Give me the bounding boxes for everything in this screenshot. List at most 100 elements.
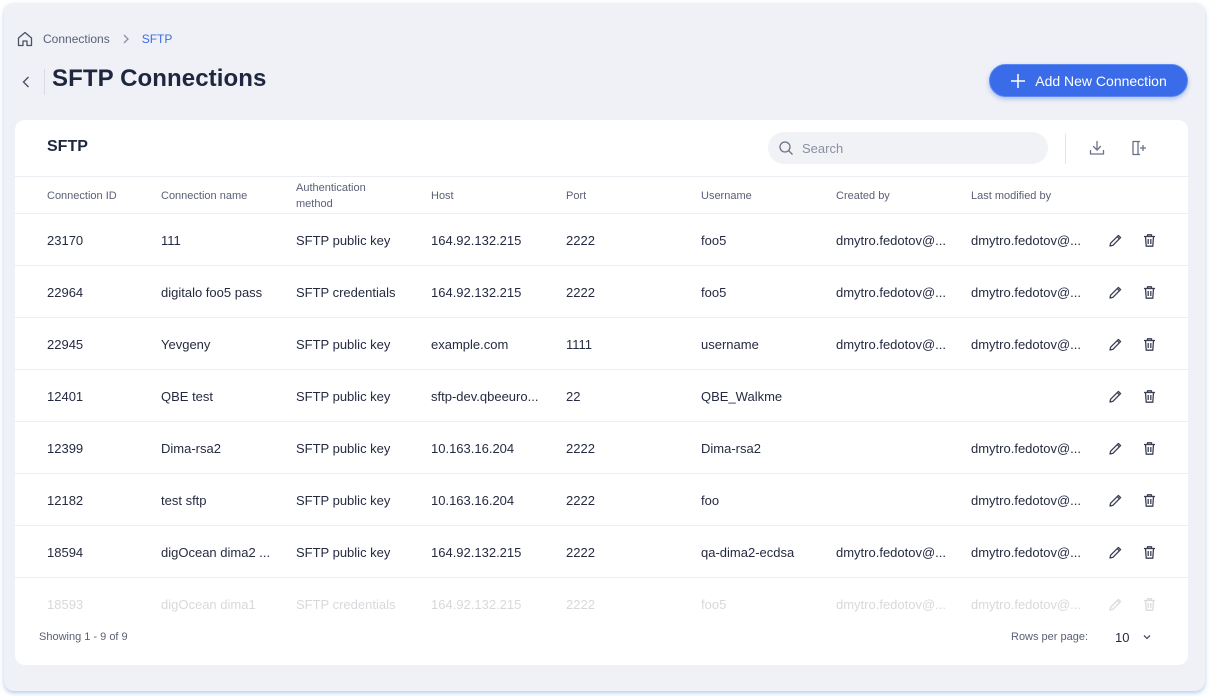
delete-button[interactable] xyxy=(1140,595,1158,613)
column-header-port[interactable]: Port xyxy=(566,177,586,215)
cell-connection-name: 111 xyxy=(161,232,181,248)
edit-button[interactable] xyxy=(1106,335,1124,353)
column-header-connection-id[interactable]: Connection ID xyxy=(47,177,117,215)
edit-button[interactable] xyxy=(1106,595,1124,613)
search-box[interactable] xyxy=(768,132,1048,164)
card-title: SFTP xyxy=(47,138,88,155)
table-row[interactable]: 12399 Dima-rsa2 SFTP public key 10.163.16.2… xyxy=(15,422,1188,474)
cell-username: QBE_Walkme xyxy=(701,388,783,404)
chevron-down-icon xyxy=(1141,631,1153,643)
table-row[interactable]: 23170 111 SFTP public key 164.92.132.215 222… xyxy=(15,214,1188,266)
pencil-icon xyxy=(1108,338,1121,351)
cell-last-modified-by: dmytro.fedotov@... xyxy=(971,492,1082,508)
cell-port: 22 xyxy=(566,388,581,404)
cell-connection-name: Yevgeny xyxy=(161,336,211,352)
add-new-connection-button[interactable]: Add New Connection xyxy=(989,64,1188,97)
cell-connection-id: 22964 xyxy=(47,284,84,300)
add-column-button[interactable] xyxy=(1128,137,1150,159)
breadcrumb-link-connections[interactable]: Connections xyxy=(43,32,110,46)
download-button[interactable] xyxy=(1086,137,1108,159)
column-header-created-by[interactable]: Created by xyxy=(836,177,890,215)
cell-authentication-method: SFTP public key xyxy=(296,440,391,456)
delete-button[interactable] xyxy=(1140,543,1158,561)
cell-username: qa-dima2-ecdsa xyxy=(701,544,795,560)
trash-icon xyxy=(1143,441,1155,455)
column-header-host[interactable]: Host xyxy=(431,177,454,215)
cell-authentication-method: SFTP credentials xyxy=(296,596,396,612)
cell-last-modified-by: dmytro.fedotov@... xyxy=(971,596,1082,612)
cell-host: 10.163.16.204 xyxy=(431,440,515,456)
cell-last-modified-by: dmytro.fedotov@... xyxy=(971,440,1082,456)
cell-created-by: dmytro.fedotov@... xyxy=(836,284,947,300)
trash-icon xyxy=(1143,545,1155,559)
toolbar-divider xyxy=(1065,134,1066,164)
delete-button[interactable] xyxy=(1140,387,1158,405)
column-header-last-modified-by[interactable]: Last modified by xyxy=(971,177,1051,215)
cell-created-by: dmytro.fedotov@... xyxy=(836,596,947,612)
pencil-icon xyxy=(1108,546,1121,559)
cell-host: 10.163.16.204 xyxy=(431,492,515,508)
connections-card: SFTP Connection ID Connection name Authe… xyxy=(15,120,1188,665)
table-row[interactable]: 22945 Yevgeny SFTP public key example.com 11… xyxy=(15,318,1188,370)
cell-username: Dima-rsa2 xyxy=(701,440,761,456)
cell-connection-name: test sftp xyxy=(161,492,207,508)
app-frame: Connections SFTP SFTP Connections Add Ne… xyxy=(4,3,1205,691)
breadcrumb: Connections SFTP xyxy=(16,29,172,49)
trash-icon xyxy=(1143,285,1155,299)
edit-button[interactable] xyxy=(1106,491,1124,509)
column-header-username[interactable]: Username xyxy=(701,177,752,215)
cell-port: 2222 xyxy=(566,440,595,456)
table-row[interactable]: 18594 digOcean dima2 ... SFTP public key 16… xyxy=(15,526,1188,578)
cell-connection-id: 12182 xyxy=(47,492,84,508)
download-icon xyxy=(1089,140,1105,155)
column-header-connection-name[interactable]: Connection name xyxy=(161,177,247,215)
trash-icon xyxy=(1143,597,1155,611)
cell-connection-id: 18594 xyxy=(47,544,84,560)
delete-button[interactable] xyxy=(1140,491,1158,509)
delete-button[interactable] xyxy=(1140,335,1158,353)
table-row[interactable]: 18593 digOcean dima1 SFTP credentials 164.9… xyxy=(15,578,1188,614)
table-row[interactable]: 12401 QBE test SFTP public key sftp-dev.qbe… xyxy=(15,370,1188,422)
cell-connection-id: 22945 xyxy=(47,336,84,352)
cell-username: foo xyxy=(701,492,720,508)
table-row[interactable]: 22964 digitalo foo5 pass SFTP credentials 1… xyxy=(15,266,1188,318)
add-column-icon xyxy=(1132,140,1146,156)
edit-button[interactable] xyxy=(1106,387,1124,405)
edit-button[interactable] xyxy=(1106,439,1124,457)
home-icon[interactable] xyxy=(16,30,34,48)
delete-button[interactable] xyxy=(1140,283,1158,301)
cell-authentication-method: SFTP credentials xyxy=(296,284,396,300)
pencil-icon xyxy=(1108,390,1121,403)
cell-host: 164.92.132.215 xyxy=(431,544,522,560)
rows-per-page-select[interactable]: 10 xyxy=(1115,627,1153,647)
breadcrumb-current: SFTP xyxy=(141,32,173,46)
cell-connection-name: QBE test xyxy=(161,388,214,404)
column-header-authentication-method[interactable]: Authentication method xyxy=(296,177,396,215)
cell-authentication-method: SFTP public key xyxy=(296,388,391,404)
cell-host: 164.92.132.215 xyxy=(431,284,522,300)
cell-port: 1111 xyxy=(566,336,593,352)
cell-connection-name: digOcean dima2 ... xyxy=(161,544,271,560)
edit-button[interactable] xyxy=(1106,231,1124,249)
chevron-right-icon xyxy=(119,32,133,46)
cell-host: example.com xyxy=(431,336,509,352)
trash-icon xyxy=(1143,389,1155,403)
cell-last-modified-by: dmytro.fedotov@... xyxy=(971,544,1082,560)
cell-connection-id: 12401 xyxy=(47,388,84,404)
cell-connection-id: 23170 xyxy=(47,232,84,248)
chevron-left-icon xyxy=(22,76,29,88)
back-button[interactable] xyxy=(18,71,34,93)
edit-button[interactable] xyxy=(1106,543,1124,561)
pencil-icon xyxy=(1108,286,1121,299)
delete-button[interactable] xyxy=(1140,231,1158,249)
table-header: Connection ID Connection name Authentica… xyxy=(15,176,1188,214)
table-body: 23170 111 SFTP public key 164.92.132.215 222… xyxy=(15,214,1188,614)
cell-last-modified-by: dmytro.fedotov@... xyxy=(971,232,1082,248)
search-input[interactable] xyxy=(802,140,1022,156)
table-row[interactable]: 12182 test sftp SFTP public key 10.163.16.2… xyxy=(15,474,1188,526)
delete-button[interactable] xyxy=(1140,439,1158,457)
cell-port: 2222 xyxy=(566,596,595,612)
cell-port: 2222 xyxy=(566,232,595,248)
edit-button[interactable] xyxy=(1106,283,1124,301)
cell-created-by: dmytro.fedotov@... xyxy=(836,232,947,248)
